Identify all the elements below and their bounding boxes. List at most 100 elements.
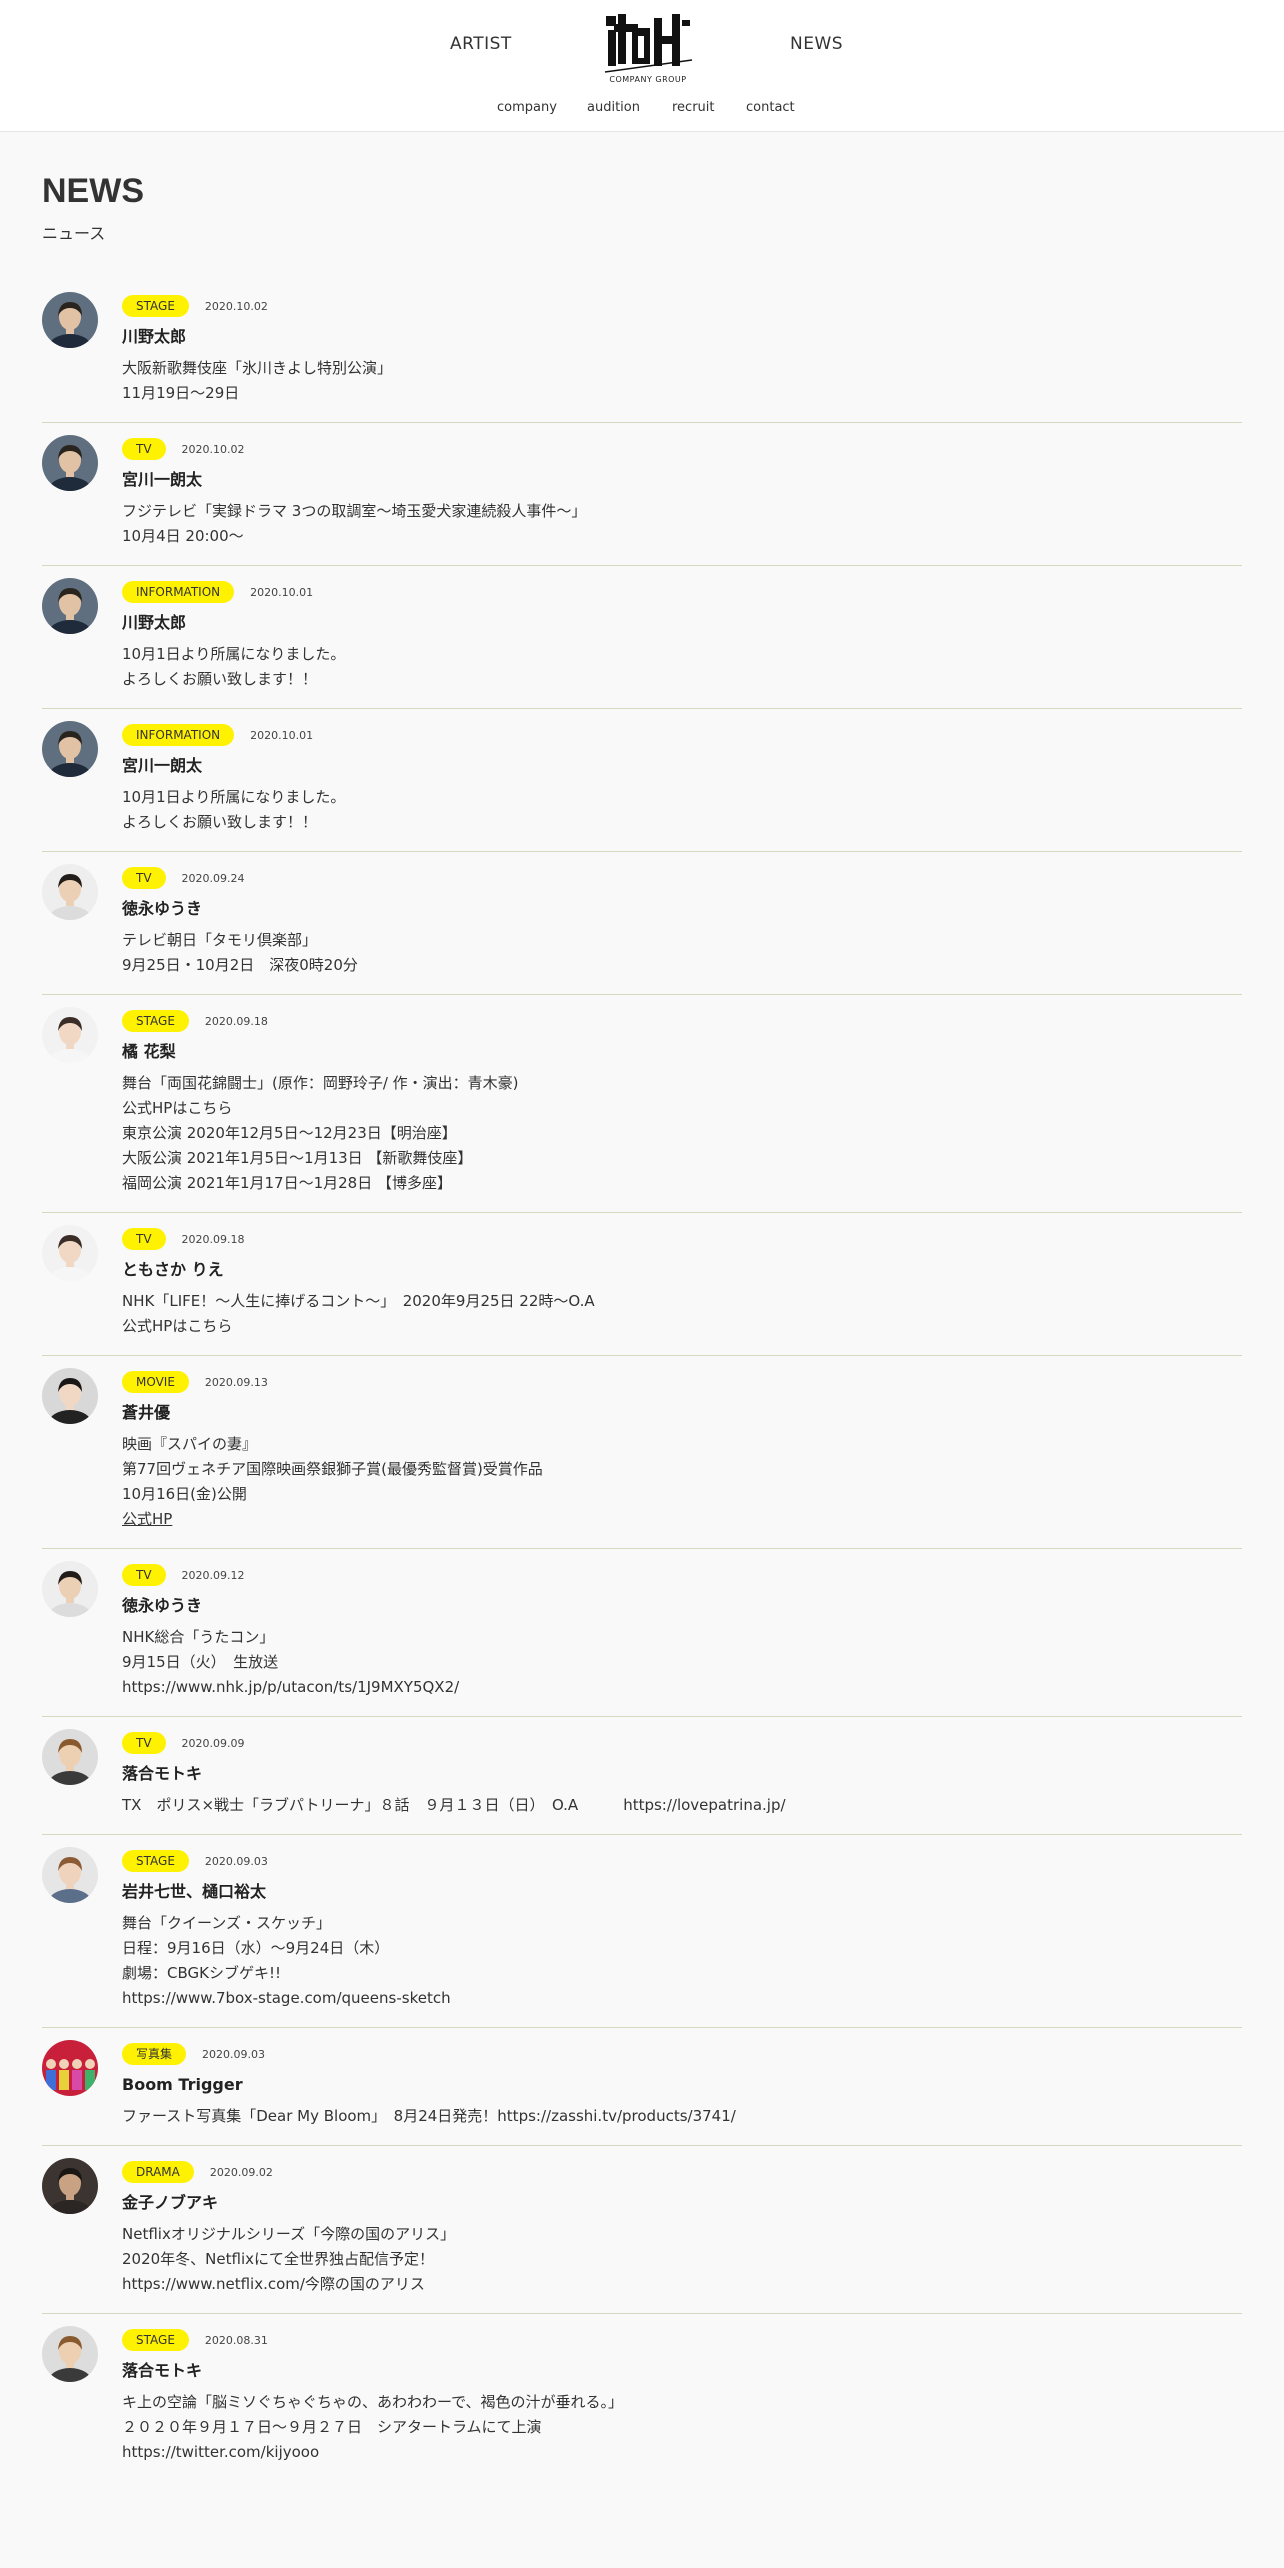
news-body-line: よろしくお願い致します！！ [122, 813, 318, 831]
news-item[interactable]: TV 2020.09.24 徳永ゆうきテレビ朝日「タモリ倶楽部」 9月25日・10月2… [42, 852, 1242, 995]
news-date: 2020.08.31 [204, 2333, 268, 2347]
nav-company-link[interactable]: company [497, 100, 557, 115]
news-item[interactable]: STAGE 2020.08.31 落合モトキ キ上の空論「脳ミソぐちゃぐちゃの、あわわ… [42, 2314, 1242, 2481]
artist-name[interactable]: 落合モトキ [122, 2360, 1242, 2382]
nav-news-link[interactable]: NEWS [790, 34, 843, 54]
news-body-line: ２０２０年９月１７日～９月２７日 シアタートラムにて上演 [122, 2418, 542, 2436]
news-body-line: Netflixオリジナルシリーズ「今際の国のアリス」 [122, 2225, 456, 2243]
news-body: 舞台「クイーンズ・スケッチ」 日程：9月16日（水）～9月24日（木） 劇場：CBG… [122, 1911, 1242, 2011]
artist-name[interactable]: 岩井七世、樋口裕太 [122, 1881, 1242, 1903]
artist-avatar[interactable] [42, 1007, 98, 1063]
news-item[interactable]: MOVIE 2020.09.13 蒼井優 映画『スパイの妻』 第77回ヴェネチア国際映画… [42, 1356, 1242, 1549]
news-item[interactable]: TV 2020.09.18 ともさか りえ NHK「LIFE！～人生に捧げるコント～」… [42, 1213, 1242, 1356]
nav-contact-link[interactable]: contact [746, 100, 795, 115]
news-body-line: 10月16日(金)公開 [122, 1485, 247, 1503]
news-date: 2020.09.12 [181, 1568, 245, 1582]
artist-avatar[interactable] [42, 1368, 98, 1424]
news-item[interactable]: TV 2020.09.12 徳永ゆうき NHK総合「うたコン」 9月15日（火） 生放送… [42, 1549, 1242, 1717]
artist-name[interactable]: 川野太郎 [122, 326, 1242, 348]
category-tag: STAGE [122, 1850, 189, 1872]
news-meta: INFORMATION 2020.10.01 [122, 723, 1242, 747]
news-item[interactable]: STAGE 2020.10.02 川野太郎 大阪新歌舞伎座「氷川きよし特別公演」 11月… [42, 280, 1242, 423]
news-date: 2020.10.02 [181, 442, 245, 456]
artist-name[interactable]: ともさか りえ [122, 1259, 1242, 1281]
artist-avatar[interactable] [42, 2040, 98, 2096]
news-item[interactable]: STAGE 2020.09.03 岩井七世、樋口裕太 舞台「クイーンズ・スケッチ」 日程… [42, 1835, 1242, 2028]
news-body-line: https://www.netflix.com/今際の国のアリス [122, 2275, 425, 2293]
news-body: 舞台「両国花錦闘士」(原作：岡野玲子/ 作・演出：青木豪) 公式HPはこちら 東京公… [122, 1071, 1242, 1196]
artist-avatar[interactable] [42, 292, 98, 348]
news-body-line: 10月1日より所属になりました。 [122, 645, 346, 663]
news-date: 2020.10.01 [250, 585, 314, 599]
page-subtitle: ニュース [42, 224, 106, 243]
artist-name[interactable]: 宮川一朗太 [122, 755, 1242, 777]
news-body-line: 日程：9月16日（水）～9月24日（木） [122, 1939, 390, 1957]
news-body-line: TX ポリス×戦士「ラブパトリーナ」８話 ９月１３日（日） O.A https:… [122, 1796, 786, 1814]
news-item[interactable]: STAGE 2020.09.18 橘 花梨 舞台「両国花錦闘士」(原作：岡野玲子/ 作… [42, 995, 1242, 1213]
category-tag: DRAMA [122, 2161, 194, 2183]
artist-avatar[interactable] [42, 1847, 98, 1903]
artist-avatar[interactable] [42, 2326, 98, 2382]
news-date: 2020.09.02 [209, 2165, 273, 2179]
news-body-line: 映画『スパイの妻』 [122, 1435, 258, 1453]
artist-avatar[interactable] [42, 721, 98, 777]
artist-avatar[interactable] [42, 1561, 98, 1617]
news-meta: STAGE 2020.10.02 [122, 294, 1242, 318]
news-body: 映画『スパイの妻』 第77回ヴェネチア国際映画祭銀獅子賞(最優秀監督賞)受賞作品 1… [122, 1432, 1242, 1532]
news-meta: INFORMATION 2020.10.01 [122, 580, 1242, 604]
artist-name[interactable]: 徳永ゆうき [122, 898, 1242, 920]
news-item[interactable]: 写真集 2020.09.03 Boom Trigger ファースト写真集「Dear M… [42, 2028, 1242, 2146]
category-tag: STAGE [122, 2329, 189, 2351]
news-body-line: フジテレビ「実録ドラマ 3つの取調室〜埼玉愛犬家連続殺人事件〜」 [122, 502, 587, 520]
artist-avatar[interactable] [42, 864, 98, 920]
news-date: 2020.09.24 [181, 871, 245, 885]
news-meta: TV 2020.09.24 [122, 866, 1242, 890]
artist-name[interactable]: Boom Trigger [122, 2074, 1242, 2096]
artist-avatar[interactable] [42, 1225, 98, 1281]
news-body-line: 福岡公演 2021年1月17日～1月28日 【博多座】 [122, 1174, 452, 1192]
news-item[interactable]: INFORMATION 2020.10.01 川野太郎 10月1日より所属になりました… [42, 566, 1242, 709]
artist-avatar[interactable] [42, 578, 98, 634]
artist-name[interactable]: 蒼井優 [122, 1402, 1242, 1424]
news-body-line: 2020年冬、Netflixにて全世界独占配信予定！ [122, 2250, 434, 2268]
artist-name[interactable]: 金子ノブアキ [122, 2192, 1242, 2214]
site-header: ARTIST COMPANY GROUP NEWS company auditi… [0, 0, 1284, 132]
nav-recruit-link[interactable]: recruit [672, 100, 715, 115]
artist-avatar[interactable] [42, 435, 98, 491]
news-date: 2020.09.13 [204, 1375, 268, 1389]
news-meta: TV 2020.09.12 [122, 1563, 1242, 1587]
news-body-line: 11月19日〜29日 [122, 384, 240, 402]
news-body-line: ファースト写真集「Dear My Bloom」 8月24日発売！https://… [122, 2107, 736, 2125]
page-title: NEWS [42, 172, 144, 210]
news-body-line: 公式HPはこちら [122, 1099, 233, 1117]
artist-avatar[interactable] [42, 2158, 98, 2214]
news-body-line: https://www.7box-stage.com/queens-sketch [122, 1989, 451, 2007]
nav-audition-link[interactable]: audition [587, 100, 640, 115]
news-item[interactable]: TV 2020.10.02 宮川一朗太 フジテレビ「実録ドラマ 3つの取調室〜埼玉愛犬… [42, 423, 1242, 566]
category-tag: STAGE [122, 295, 189, 317]
news-item[interactable]: INFORMATION 2020.10.01 宮川一朗太 10月1日より所属になりまし… [42, 709, 1242, 852]
artist-name[interactable]: 橘 花梨 [122, 1041, 1242, 1063]
artist-avatar[interactable] [42, 1729, 98, 1785]
news-body: TX ポリス×戦士「ラブパトリーナ」８話 ９月１３日（日） O.A https:… [122, 1793, 1242, 1818]
category-tag: TV [122, 867, 166, 889]
artist-name[interactable]: 川野太郎 [122, 612, 1242, 634]
news-date: 2020.10.01 [250, 728, 314, 742]
news-body: ファースト写真集「Dear My Bloom」 8月24日発売！https://… [122, 2104, 1242, 2129]
nav-artist-link[interactable]: ARTIST [450, 34, 512, 54]
artist-name[interactable]: 宮川一朗太 [122, 469, 1242, 491]
news-body-line: 舞台「両国花錦闘士」(原作：岡野玲子/ 作・演出：青木豪) [122, 1074, 519, 1092]
company-logo[interactable]: COMPANY GROUP [602, 10, 694, 84]
artist-name[interactable]: 徳永ゆうき [122, 1595, 1242, 1617]
news-item[interactable]: DRAMA 2020.09.02 金子ノブアキ Netflixオリジナルシリーズ「今際… [42, 2146, 1242, 2314]
news-body-line: 9月15日（火） 生放送 [122, 1653, 279, 1671]
news-body: テレビ朝日「タモリ倶楽部」 9月25日・10月2日 深夜0時20分 [122, 928, 1242, 978]
official-site-link[interactable]: 公式HP [122, 1507, 1242, 1532]
news-body-line: よろしくお願い致します！！ [122, 670, 318, 688]
news-date: 2020.09.18 [181, 1232, 245, 1246]
news-body-line: 10月1日より所属になりました。 [122, 788, 346, 806]
news-body: 10月1日より所属になりました。 よろしくお願い致します！！ [122, 785, 1242, 835]
artist-name[interactable]: 落合モトキ [122, 1763, 1242, 1785]
news-item[interactable]: TV 2020.09.09 落合モトキ TX ポリス×戦士「ラブパトリーナ」８話 ９月… [42, 1717, 1242, 1835]
news-meta: TV 2020.09.09 [122, 1731, 1242, 1755]
